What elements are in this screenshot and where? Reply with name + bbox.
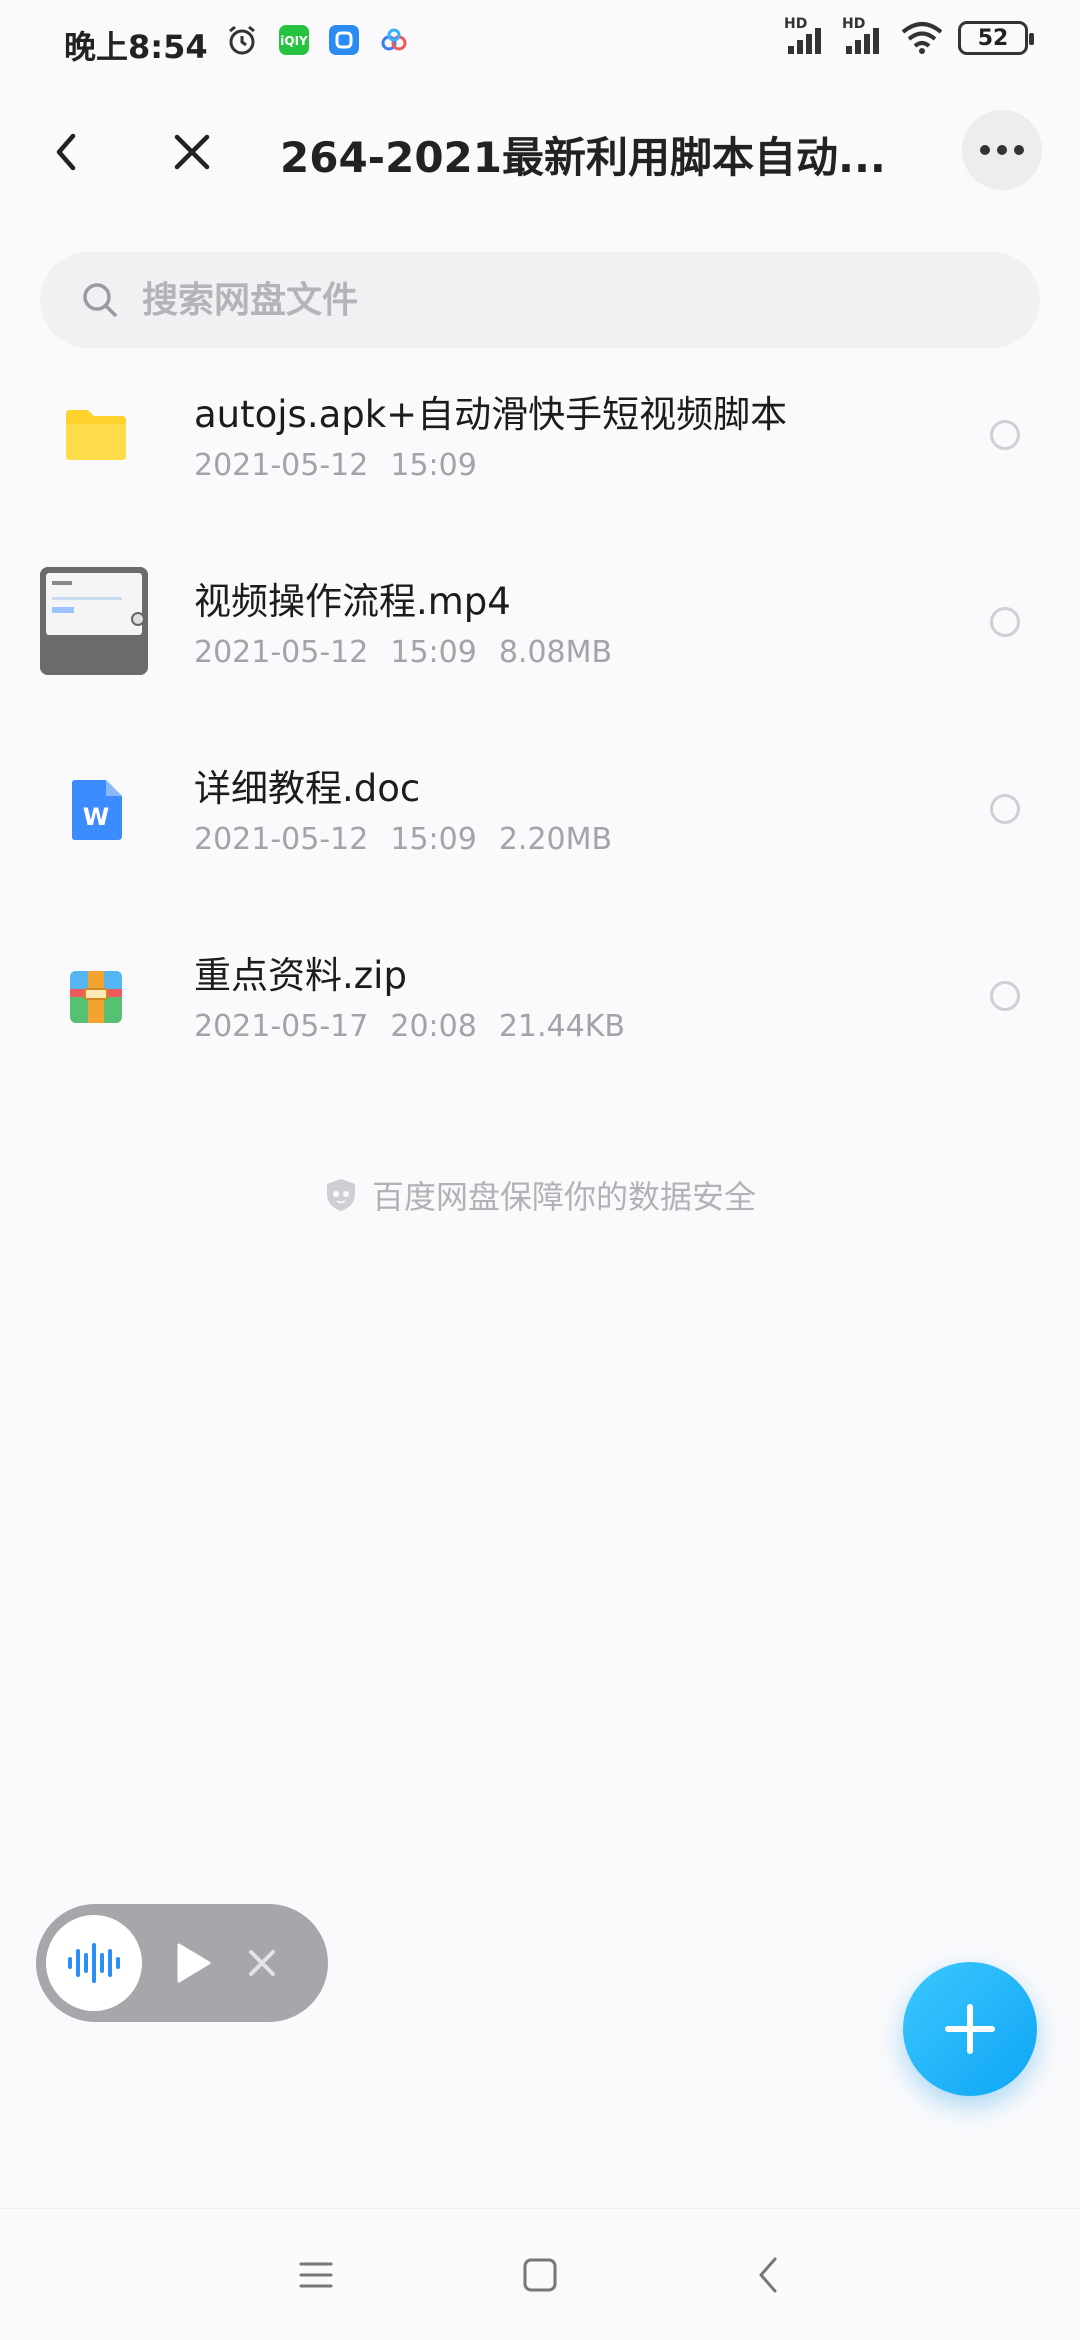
select-radio[interactable] <box>990 794 1020 824</box>
close-button[interactable] <box>160 120 224 184</box>
back-button[interactable] <box>34 120 98 184</box>
more-icon <box>997 145 1007 155</box>
file-date: 2021-05-12 <box>194 448 369 483</box>
file-time: 20:08 <box>390 1009 477 1044</box>
doc-file-icon: W <box>40 754 152 866</box>
back-nav-button[interactable] <box>740 2247 796 2303</box>
close-icon <box>249 1950 275 1976</box>
file-row[interactable]: 重点资料.zip 2021-05-17 20:08 21.44KB <box>0 911 1080 1098</box>
more-button[interactable] <box>962 110 1042 190</box>
zip-file-icon <box>40 941 152 1053</box>
video-thumbnail <box>40 567 148 675</box>
fish-app-icon <box>326 22 362 58</box>
search-icon <box>78 278 122 322</box>
more-icon <box>980 145 990 155</box>
file-date: 2021-05-12 <box>194 635 369 670</box>
svg-text:W: W <box>83 803 109 831</box>
file-date: 2021-05-17 <box>194 1009 369 1044</box>
file-meta: 2021-05-12 15:09 2.20MB <box>194 822 634 857</box>
baidu-netdisk-app-icon <box>376 22 412 58</box>
file-size: 2.20MB <box>498 822 613 857</box>
file-row[interactable]: 视频操作流程.mp4 2021-05-12 15:09 8.08MB <box>0 537 1080 724</box>
add-button[interactable] <box>903 1962 1037 2096</box>
menu-nav-button[interactable] <box>288 2247 344 2303</box>
back-triangle-icon <box>759 2257 777 2293</box>
play-button[interactable] <box>174 1941 214 1985</box>
file-time: 15:09 <box>390 448 477 483</box>
shield-icon <box>326 1179 355 1211</box>
svg-text:iQIY: iQIY <box>280 34 308 48</box>
file-size: 8.08MB <box>498 635 613 670</box>
battery-level: 52 <box>977 25 1009 51</box>
page-title: 264-2021最新利用脚本自动... <box>280 133 886 182</box>
search-input[interactable] <box>142 279 942 321</box>
play-icon <box>177 1943 211 1983</box>
iqiyi-app-icon: iQIY <box>276 22 312 58</box>
folder-icon <box>40 378 152 490</box>
status-time: 晚上8:54 <box>64 28 208 66</box>
audio-wave-button[interactable] <box>46 1915 142 2011</box>
file-meta: 2021-05-12 15:09 <box>194 448 521 483</box>
file-size: 21.44KB <box>498 1009 625 1044</box>
hd-signal-icon: HD <box>784 16 828 56</box>
wifi-icon <box>900 20 944 56</box>
audio-player-widget[interactable] <box>36 1904 328 2022</box>
select-radio[interactable] <box>990 420 1020 450</box>
file-meta: 2021-05-17 20:08 21.44KB <box>194 1009 647 1044</box>
home-square-icon <box>523 2258 557 2292</box>
system-nav-bar <box>0 2208 1080 2340</box>
more-icon <box>1014 145 1024 155</box>
file-name: 详细教程.doc <box>194 767 421 810</box>
hd-signal-icon: HD <box>842 16 886 56</box>
file-time: 15:09 <box>390 635 477 670</box>
security-note: 百度网盘保障你的数据安全 <box>0 1172 1080 1218</box>
file-time: 15:09 <box>390 822 477 857</box>
plus-icon <box>945 2004 995 2054</box>
file-name: 重点资料.zip <box>194 954 407 997</box>
select-radio[interactable] <box>990 981 1020 1011</box>
sound-wave-icon <box>68 1943 120 1983</box>
menu-icon <box>299 2262 333 2288</box>
search-bar[interactable] <box>40 252 1040 348</box>
security-note-text: 百度网盘保障你的数据安全 <box>371 1178 756 1216</box>
close-icon <box>174 134 210 170</box>
chevron-left-icon <box>56 133 76 171</box>
file-row[interactable]: W 详细教程.doc 2021-05-12 15:09 2.20MB <box>0 724 1080 911</box>
file-name: 视频操作流程.mp4 <box>194 580 511 623</box>
home-nav-button[interactable] <box>512 2247 568 2303</box>
file-row[interactable]: autojs.apk+自动滑快手短视频脚本 2021-05-12 15:09 <box>0 350 1080 537</box>
header: 264-2021最新利用脚本自动... <box>0 100 1080 200</box>
file-name: autojs.apk+自动滑快手短视频脚本 <box>194 393 788 436</box>
file-date: 2021-05-12 <box>194 822 369 857</box>
status-right-group: HD HD 52 <box>784 16 1034 56</box>
battery-icon: 52 <box>958 21 1034 55</box>
status-bar: 晚上8:54 iQIY HD HD 52 <box>0 0 1080 90</box>
alarm-icon <box>224 22 260 58</box>
file-meta: 2021-05-12 15:09 8.08MB <box>194 635 634 670</box>
select-radio[interactable] <box>990 607 1020 637</box>
screen: 晚上8:54 iQIY HD HD 52 264-2021最新利用脚本自动...… <box>0 0 1080 2340</box>
audio-close-button[interactable] <box>244 1945 280 1981</box>
